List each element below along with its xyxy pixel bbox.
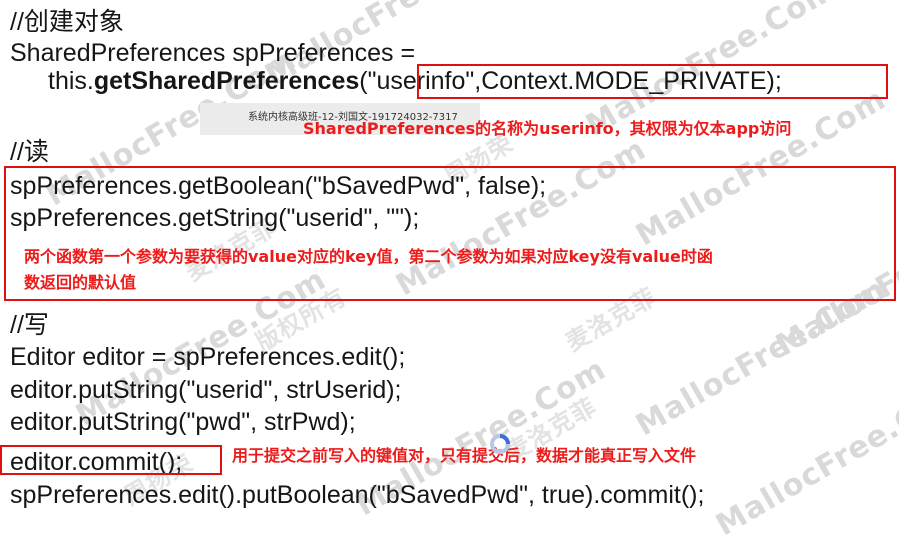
highlight-box-args — [417, 64, 888, 99]
code-line-editor: Editor editor = spPreferences.edit(); — [10, 343, 406, 371]
annotation-getter-params-cont: 数返回的默认值 — [24, 273, 137, 292]
comment-write: //写 — [10, 311, 49, 339]
highlight-box-commit — [0, 445, 222, 475]
annotation-commit: 用于提交之前写入的键值对，只有提交后，数据才能真正写入文件 — [232, 446, 697, 465]
code-line-declaration: SharedPreferences spPreferences = — [10, 39, 416, 67]
highlight-box-read — [4, 166, 896, 301]
watermark-text: MallocFree.Com — [710, 371, 899, 543]
code-line-put-pwd: editor.putString("pwd", strPwd); — [10, 408, 356, 436]
annotation-name-permission: SharedPreferences的名称为userinfo，其权限为仅本app访… — [303, 119, 792, 138]
code-this: this. — [48, 67, 94, 95]
code-line-edit-commit: spPreferences.edit().putBoolean("bSavedP… — [10, 481, 705, 509]
busy-cursor-icon — [490, 434, 510, 454]
code-paren: ( — [359, 67, 368, 95]
code-line-put-userid: editor.putString("userid", strUserid); — [10, 376, 402, 404]
comment-create-object: //创建对象 — [10, 8, 124, 36]
code-method-name: getSharedPreferences — [93, 67, 360, 95]
comment-read: //读 — [10, 138, 49, 166]
annotation-getter-params: 两个函数第一个参数为要获得的value对应的key值，第二个参数为如果对应key… — [24, 247, 713, 266]
